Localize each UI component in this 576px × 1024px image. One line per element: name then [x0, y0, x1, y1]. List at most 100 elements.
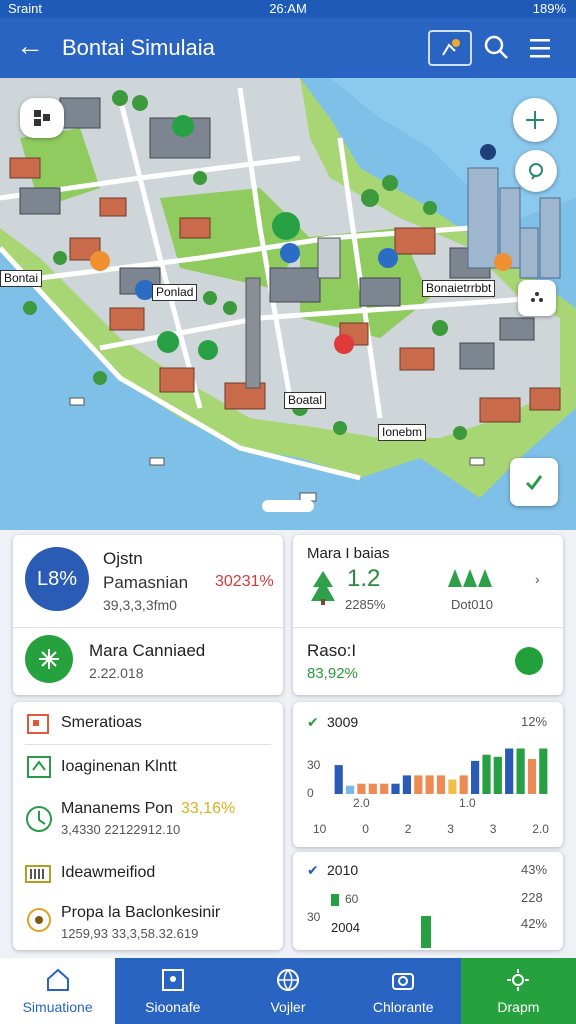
forest-icon	[448, 569, 492, 587]
tab-label: Sioonafe	[145, 999, 201, 1015]
map-label: Ponlad	[152, 284, 198, 301]
list-item[interactable]: Smeratioas	[13, 702, 283, 744]
chart-row-value: 228	[521, 890, 543, 905]
chart-mid-label: 2.0	[353, 796, 370, 810]
chart-bar	[493, 756, 502, 794]
chart-x-tick: 3	[489, 822, 497, 836]
square-icon	[27, 714, 49, 734]
battery-icon	[25, 865, 51, 883]
chart-bar	[425, 775, 434, 794]
list-item[interactable]: Ioaginenan Klntt	[13, 746, 283, 788]
menu-icon[interactable]	[528, 38, 552, 58]
overview-title: Ojstn	[103, 549, 143, 568]
metric-value: 1.2	[347, 565, 381, 592]
zoom-button[interactable]	[518, 280, 556, 316]
chart-bar	[346, 785, 355, 794]
tab-label: Simuatione	[22, 999, 93, 1015]
chart-y-tick: 30	[307, 758, 321, 772]
tab-vojler[interactable]: Vojler	[230, 958, 346, 1024]
layers-icon	[34, 110, 50, 126]
back-arrow-icon[interactable]: ←	[16, 32, 44, 60]
layers-button[interactable]	[20, 98, 64, 138]
community-detail: 2.22.018	[89, 665, 144, 681]
chart-bar	[402, 775, 411, 794]
chart-bar	[516, 748, 525, 794]
page-title: Bontai Simulaia	[62, 35, 215, 60]
list-item[interactable]: Ideawmeifiod	[13, 854, 283, 894]
overview-card: L8% Ojstn Pamasnian 30231% 39,3,3,3fm0 M…	[13, 535, 283, 695]
gear-icon	[507, 969, 530, 991]
drag-handle[interactable]	[262, 500, 314, 512]
globe-icon	[277, 969, 299, 991]
status-bar: Sraint 26:AM 189%	[0, 0, 576, 18]
list-item-detail: 1259,93 33,3,58.32.619	[61, 926, 199, 941]
metric-detail: 2285%	[345, 597, 386, 612]
result-title: Raso:I	[307, 641, 357, 660]
overview-detail: 39,3,3,3fm0	[103, 597, 177, 613]
chart-title: 3009	[327, 714, 359, 730]
tab-simulation[interactable]: Simuatione	[0, 958, 116, 1024]
clock: 26:AM	[269, 1, 307, 16]
location-icon	[529, 163, 543, 180]
community-icon	[25, 635, 73, 683]
chart-y-tick: 30	[307, 910, 321, 924]
chart-title: 2010	[327, 862, 359, 878]
leaf-icon	[27, 756, 51, 778]
route-button[interactable]	[428, 30, 472, 66]
list-item[interactable]: Propa la Baclonkesinir 1259,93 33,3,58.3…	[13, 898, 283, 948]
map-icon	[161, 969, 184, 991]
list-item[interactable]: Mananems Pon 33,16% 3,4330 22122912.10	[13, 794, 283, 846]
stats-list: Smeratioas Ioaginenan Klntt Mananems Pon…	[13, 702, 283, 950]
city-map[interactable]: Bontai Ponlad Bonaietrrbbt Boatal Ionebm	[0, 78, 576, 530]
bottom-navigation: Simuatione Sioonafe Vojler Chlorante Dra…	[0, 958, 576, 1024]
app-bar: ← Bontai Simulaia	[0, 18, 576, 78]
chart-y-tick: 0	[307, 786, 314, 800]
list-item-label: Propa la Baclonkesinir	[61, 904, 221, 921]
chart-bar	[436, 775, 446, 794]
chart-bar	[482, 754, 491, 794]
chart-x-tick: 3	[447, 822, 454, 836]
chart-bar	[414, 775, 423, 794]
chevron-right-icon[interactable]: ›	[535, 571, 540, 587]
chart-bar	[448, 779, 457, 794]
dots-icon	[531, 292, 543, 302]
list-item-label: Mananems Pon	[61, 800, 174, 817]
chart-trend-icon: ✔	[307, 862, 319, 878]
community-title: Mara Canniaed	[89, 641, 206, 660]
chart-card: ✔ 3009 12% 30 0 2.0 1.0 10 0 2 3 3 2.0	[293, 702, 563, 847]
chart-bar	[368, 783, 377, 794]
metric-title: Mara I baias	[307, 545, 390, 562]
chart-bar	[527, 758, 537, 794]
tab-scenario[interactable]: Sioonafe	[115, 958, 231, 1024]
map-label: Ionebm	[378, 424, 427, 441]
chart-bar	[391, 783, 400, 794]
overview-value: 30231%	[215, 573, 274, 590]
tree-icon	[311, 571, 335, 605]
tab-chlorante[interactable]: Chlorante	[345, 958, 461, 1024]
confirm-button[interactable]	[510, 458, 558, 506]
tab-drapm[interactable]: Drapm	[460, 958, 576, 1024]
battery-label: 189%	[532, 1, 566, 16]
chart-trend-icon: ✔	[307, 714, 319, 730]
bar-chart	[334, 748, 548, 794]
chart-bar	[459, 775, 468, 794]
home-icon	[46, 968, 69, 991]
chart-bar	[421, 916, 431, 948]
compass-button[interactable]	[513, 98, 557, 142]
search-icon[interactable]	[482, 33, 510, 61]
chart-bar	[380, 783, 389, 794]
chart-row-value: 42%	[521, 916, 548, 931]
overview-subtitle: Pamasnian	[103, 573, 189, 592]
map-label: Boatal	[284, 392, 327, 409]
chart-row-label: 2004	[331, 920, 360, 935]
chart-x-tick: 10	[313, 822, 327, 836]
chart-row-label: 60	[345, 892, 359, 906]
chart-bar	[357, 783, 366, 794]
route-icon	[442, 39, 460, 56]
location-button[interactable]	[515, 150, 557, 192]
list-item-label: Ideawmeifiod	[61, 864, 156, 881]
overview-badge: L8%	[25, 547, 89, 611]
chart-x-tick: 0	[362, 822, 369, 836]
map-label: Bonaietrrbbt	[422, 280, 496, 297]
legend-swatch	[331, 894, 339, 906]
